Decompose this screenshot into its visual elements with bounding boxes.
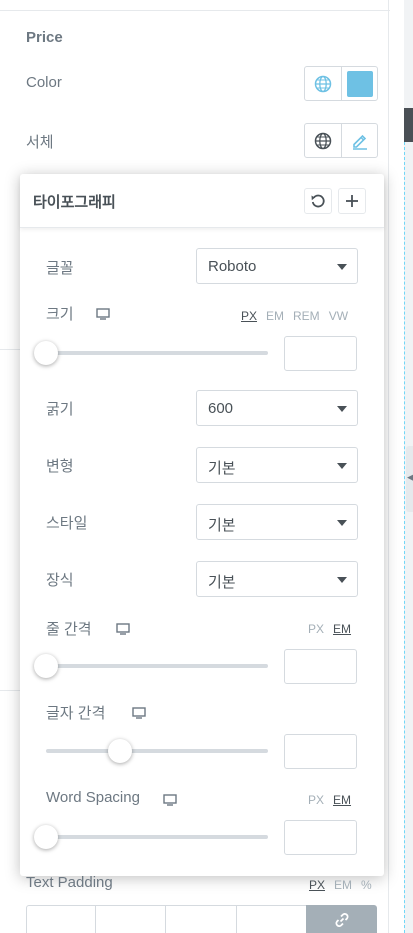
word-spacing-input[interactable]	[284, 820, 357, 855]
padding-right-input[interactable]	[95, 905, 166, 933]
unit-percent[interactable]: %	[361, 878, 372, 892]
font-weight-label: 굵기	[46, 401, 74, 418]
padding-left-input[interactable]	[236, 905, 307, 933]
reset-icon[interactable]	[304, 188, 332, 214]
color-label: Color	[26, 74, 62, 91]
divider	[0, 349, 20, 350]
font-style-select[interactable]: 기본	[196, 504, 358, 540]
font-size-slider-handle[interactable]	[34, 341, 58, 365]
font-style-label: 스타일	[46, 515, 88, 532]
font-family-select[interactable]: Roboto	[196, 248, 358, 284]
font-size-units: PX EM REM VW	[241, 309, 348, 323]
chevron-down-icon	[337, 577, 347, 583]
desktop-icon[interactable]	[132, 706, 146, 724]
padding-top-input[interactable]	[26, 905, 96, 933]
word-spacing-label: Word Spacing	[46, 789, 140, 806]
text-padding-label: Text Padding	[26, 874, 113, 891]
word-spacing-slider-track[interactable]	[46, 835, 268, 839]
text-decoration-label: 장식	[46, 572, 74, 589]
unit-em[interactable]: EM	[333, 793, 351, 807]
pencil-icon[interactable]	[341, 124, 377, 157]
font-family-label: 글꼴	[46, 260, 74, 277]
typography-popover: 타이포그래피 글꼴 Roboto 크기 PX EM REM VW 굵기 600 …	[20, 174, 384, 876]
font-style-value: 기본	[208, 517, 236, 534]
font-size-slider-track[interactable]	[46, 351, 268, 355]
chevron-down-icon	[337, 463, 347, 469]
unit-px[interactable]: PX	[241, 309, 257, 323]
chevron-down-icon	[337, 264, 347, 270]
globe-icon[interactable]	[305, 67, 341, 100]
canvas-selection-outline	[404, 142, 405, 933]
letter-spacing-slider-track[interactable]	[46, 749, 268, 753]
globe-icon[interactable]	[305, 124, 341, 157]
text-padding-units: PX EM %	[309, 878, 372, 892]
line-height-slider-handle[interactable]	[34, 654, 58, 678]
color-swatch	[346, 70, 373, 97]
chevron-left-icon: ◀	[407, 472, 413, 482]
font-label: 서체	[26, 134, 54, 151]
line-height-slider-track[interactable]	[46, 664, 268, 668]
color-swatch-button[interactable]	[341, 67, 377, 100]
panel-collapse-handle[interactable]: ◀	[406, 446, 413, 512]
font-control	[304, 123, 378, 158]
font-weight-value: 600	[208, 400, 234, 417]
unit-em[interactable]: EM	[334, 878, 352, 892]
line-height-units: PX EM	[308, 622, 351, 636]
text-transform-label: 변형	[46, 458, 74, 475]
font-family-value: Roboto	[208, 258, 257, 275]
letter-spacing-slider-handle[interactable]	[108, 739, 132, 763]
word-spacing-units: PX EM	[308, 793, 351, 807]
font-weight-select[interactable]: 600	[196, 390, 358, 426]
section-title: Price	[26, 29, 63, 46]
panel-border	[388, 0, 389, 933]
letter-spacing-label: 글자 간격	[46, 705, 106, 722]
popover-header: 타이포그래피	[20, 174, 384, 228]
link-icon[interactable]	[306, 905, 377, 933]
plus-icon[interactable]	[338, 188, 366, 214]
line-height-label: 줄 간격	[46, 621, 92, 638]
padding-bottom-input[interactable]	[165, 905, 237, 933]
letter-spacing-input[interactable]	[284, 734, 357, 769]
unit-rem[interactable]: REM	[293, 309, 320, 323]
canvas-element	[404, 108, 413, 142]
unit-px[interactable]: PX	[308, 793, 324, 807]
chevron-down-icon	[337, 520, 347, 526]
desktop-icon[interactable]	[96, 307, 110, 325]
unit-em[interactable]: EM	[333, 622, 351, 636]
unit-em[interactable]: EM	[266, 309, 284, 323]
word-spacing-slider-handle[interactable]	[34, 825, 58, 849]
color-control	[304, 66, 378, 101]
text-decoration-select[interactable]: 기본	[196, 561, 358, 597]
font-size-input[interactable]	[284, 336, 357, 371]
unit-px[interactable]: PX	[308, 622, 324, 636]
desktop-icon[interactable]	[116, 622, 130, 640]
unit-px[interactable]: PX	[309, 878, 325, 892]
font-size-label: 크기	[46, 306, 74, 323]
divider	[0, 690, 20, 691]
text-transform-select[interactable]: 기본	[196, 447, 358, 483]
chevron-down-icon	[337, 406, 347, 412]
divider	[0, 10, 390, 11]
unit-vw[interactable]: VW	[329, 309, 348, 323]
text-decoration-value: 기본	[208, 574, 236, 591]
text-transform-value: 기본	[208, 460, 236, 477]
desktop-icon[interactable]	[163, 793, 177, 811]
popover-title: 타이포그래피	[33, 194, 116, 211]
line-height-input[interactable]	[284, 649, 357, 684]
